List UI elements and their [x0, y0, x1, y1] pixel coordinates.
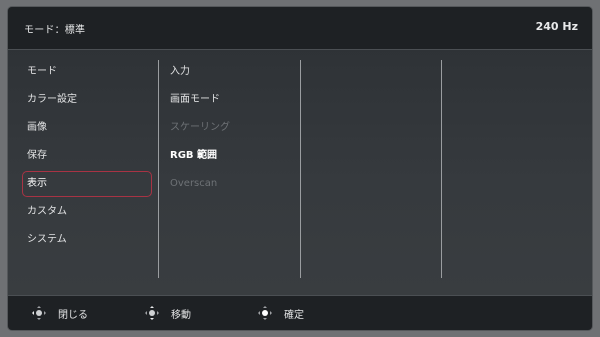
menu-item-save[interactable]: 保存 — [22, 143, 152, 169]
hint-confirm-label: 確定 — [284, 309, 304, 321]
joystick-left-icon — [32, 306, 46, 320]
submenu-item-rgb-range[interactable]: RGB 範囲 — [166, 143, 296, 169]
hint-close-label: 閉じる — [58, 309, 88, 321]
menu-item-system[interactable]: システム — [22, 227, 152, 253]
main-menu: モード カラー設定 画像 保存 表示 カスタム システム — [22, 59, 152, 255]
menu-item-custom[interactable]: カスタム — [22, 199, 152, 225]
current-mode-label: モード：標準 — [24, 25, 86, 36]
menu-item-display[interactable]: 表示 — [22, 171, 152, 197]
hint-confirm[interactable]: 確定 — [258, 303, 304, 323]
joystick-updown-icon — [145, 306, 159, 320]
menu-item-image[interactable]: 画像 — [22, 115, 152, 141]
submenu-item-overscan: Overscan — [170, 178, 218, 189]
osd-footer: 閉じる 移動 確定 — [8, 295, 592, 330]
submenu-item-scaling: スケーリング — [170, 122, 230, 133]
column-divider — [300, 60, 301, 278]
refresh-rate: 240 Hz — [535, 20, 578, 33]
submenu-item-screen-mode[interactable]: 画面モード — [166, 87, 296, 113]
osd-header: モード：標準 240 Hz — [8, 7, 592, 50]
submenu: 入力 画面モード スケーリング RGB 範囲 Overscan — [166, 59, 296, 199]
joystick-press-icon — [258, 306, 272, 320]
hint-move-label: 移動 — [171, 309, 191, 321]
hint-close[interactable]: 閉じる — [32, 303, 88, 323]
osd-menu: モード：標準 240 Hz モード カラー設定 画像 保存 表示 カスタム シス… — [8, 7, 592, 330]
submenu-item-input[interactable]: 入力 — [166, 59, 296, 85]
column-divider — [158, 60, 159, 278]
column-divider — [441, 60, 442, 278]
hint-move[interactable]: 移動 — [145, 303, 191, 323]
menu-item-mode[interactable]: モード — [22, 59, 152, 85]
menu-item-color-settings[interactable]: カラー設定 — [22, 87, 152, 113]
